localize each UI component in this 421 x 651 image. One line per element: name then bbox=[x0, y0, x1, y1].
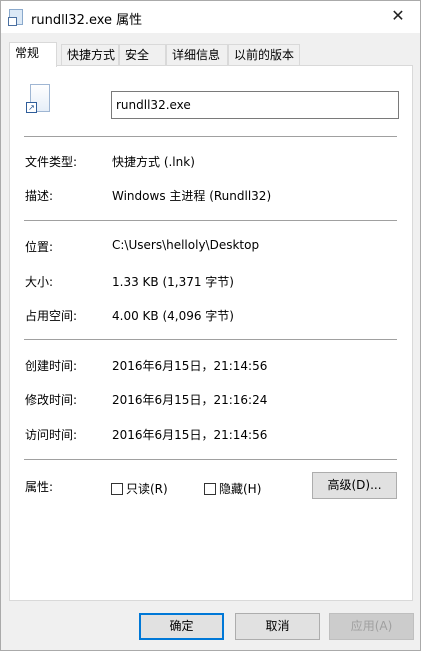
accessed-label: 访问时间: bbox=[25, 428, 78, 442]
separator bbox=[24, 339, 397, 340]
tab-previous-versions[interactable]: 以前的版本 bbox=[228, 44, 300, 66]
hidden-checkbox-box[interactable] bbox=[204, 483, 216, 495]
size-on-disk-value: 4.00 KB (4,096 字节) bbox=[112, 309, 234, 323]
attributes-label: 属性: bbox=[25, 480, 54, 494]
tab-details[interactable]: 详细信息 bbox=[166, 44, 228, 66]
size-on-disk-label: 占用空间: bbox=[25, 309, 78, 323]
location-value: C:\Users\helloly\Desktop bbox=[112, 238, 260, 252]
shortcut-arrow-icon: ↗ bbox=[26, 102, 37, 113]
file-name-field[interactable]: rundll32.exe bbox=[111, 91, 399, 119]
properties-window: rundll32.exe 属性 ✕ 常规 快捷方式 安全 详细信息 以前的版本 … bbox=[0, 0, 421, 651]
separator bbox=[24, 459, 397, 460]
tab-shortcut[interactable]: 快捷方式 bbox=[61, 44, 119, 66]
tab-security[interactable]: 安全 bbox=[119, 44, 166, 66]
size-value: 1.33 KB (1,371 字节) bbox=[112, 275, 234, 289]
modified-label: 修改时间: bbox=[25, 393, 78, 407]
created-label: 创建时间: bbox=[25, 359, 78, 373]
close-button[interactable]: ✕ bbox=[376, 1, 420, 33]
readonly-checkbox[interactable]: 只读(R) bbox=[111, 480, 168, 496]
readonly-checkbox-label: 只读(R) bbox=[126, 482, 168, 496]
created-value: 2016年6月15日，21:14:56 bbox=[112, 359, 268, 373]
title-bar[interactable]: rundll32.exe 属性 ✕ bbox=[1, 1, 420, 33]
size-label: 大小: bbox=[25, 275, 54, 289]
advanced-button[interactable]: 高级(D)... bbox=[312, 472, 397, 499]
hidden-checkbox[interactable]: 隐藏(H) bbox=[204, 480, 261, 496]
shortcut-title-icon bbox=[8, 9, 23, 26]
window-title: rundll32.exe 属性 bbox=[31, 13, 143, 28]
readonly-checkbox-box[interactable] bbox=[111, 483, 123, 495]
tab-strip: 常规 快捷方式 安全 详细信息 以前的版本 bbox=[9, 42, 413, 67]
separator bbox=[24, 220, 397, 221]
apply-button[interactable]: 应用(A) bbox=[329, 613, 414, 640]
general-tab-panel: ↗ rundll32.exe 文件类型: 快捷方式 (.lnk) 描述: Win… bbox=[9, 65, 413, 601]
description-label: 描述: bbox=[25, 189, 54, 203]
ok-button[interactable]: 确定 bbox=[139, 613, 224, 640]
file-type-value: 快捷方式 (.lnk) bbox=[112, 155, 195, 169]
cancel-button[interactable]: 取消 bbox=[235, 613, 320, 640]
separator bbox=[24, 136, 397, 137]
file-type-label: 文件类型: bbox=[25, 155, 78, 169]
modified-value: 2016年6月15日，21:16:24 bbox=[112, 393, 268, 407]
shortcut-file-icon: ↗ bbox=[24, 84, 52, 116]
accessed-value: 2016年6月15日，21:14:56 bbox=[112, 428, 268, 442]
location-label: 位置: bbox=[25, 240, 54, 254]
hidden-checkbox-label: 隐藏(H) bbox=[219, 482, 262, 496]
description-value: Windows 主进程 (Rundll32) bbox=[112, 189, 272, 203]
tab-general[interactable]: 常规 bbox=[9, 42, 57, 67]
